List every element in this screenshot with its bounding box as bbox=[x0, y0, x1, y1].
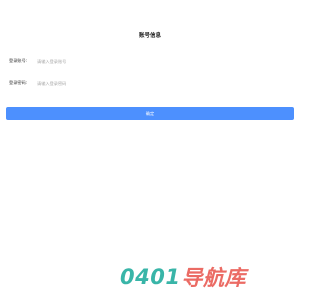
password-label: 登录密码: bbox=[9, 80, 28, 85]
password-row: 登录密码: bbox=[9, 77, 291, 89]
account-row: 登录账号: bbox=[9, 55, 291, 67]
watermark-logo: 0401 导航库 bbox=[120, 262, 300, 292]
watermark-number: 0401 bbox=[120, 265, 181, 289]
confirm-button[interactable]: 确定 bbox=[6, 107, 294, 120]
watermark-text: 导航库 bbox=[181, 266, 246, 290]
page-title: 账号信息 bbox=[138, 33, 161, 39]
account-input[interactable] bbox=[37, 56, 291, 66]
password-input[interactable] bbox=[37, 78, 291, 88]
account-label: 登录账号: bbox=[9, 58, 28, 63]
